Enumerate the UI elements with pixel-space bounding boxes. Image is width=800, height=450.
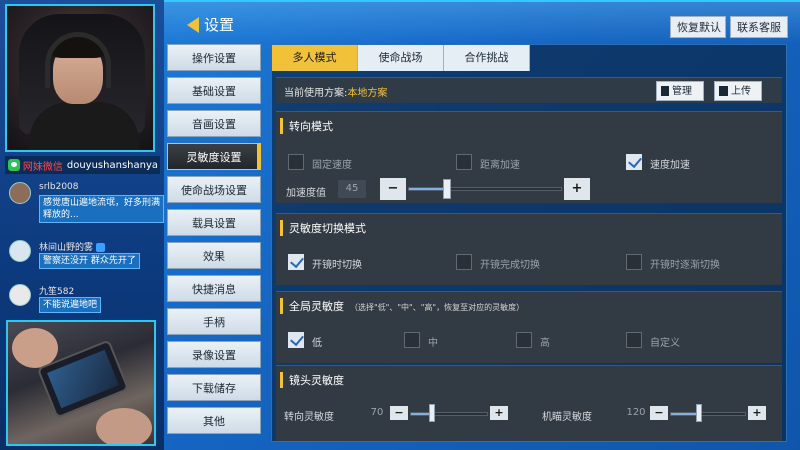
sidebar-item-recording[interactable]: 录像设置 xyxy=(167,341,261,368)
turn-sens-minus-button[interactable]: − xyxy=(390,406,408,420)
aim-sens-value: 120 xyxy=(626,407,646,418)
sidebar-item-audio-video[interactable]: 音画设置 xyxy=(167,110,261,137)
checkbox[interactable] xyxy=(626,154,642,170)
turn-sens-plus-button[interactable]: + xyxy=(490,406,508,420)
avatar xyxy=(9,284,31,306)
accel-label: 加速度值 xyxy=(286,188,326,199)
tab-multiplayer[interactable]: 多人模式 xyxy=(272,45,358,71)
settings-sidebar: 操作设置 基础设置 音画设置 灵敏度设置 使命战场设置 载具设置 效果 快捷消息… xyxy=(167,44,261,440)
section-title: 转向模式 xyxy=(280,118,333,134)
sidebar-item-download-storage[interactable]: 下载储存 xyxy=(167,374,261,401)
streamer-webcam xyxy=(5,4,155,152)
upload-icon xyxy=(719,86,728,96)
turn-sens-label: 转向灵敏度 xyxy=(284,412,334,423)
wechat-id: douyushanshanya xyxy=(66,159,157,171)
hand-camera xyxy=(6,320,156,446)
chat-panel: 网妹微信 douyushanshanya srlb2008 感觉唐山遍地流氓，好… xyxy=(5,156,165,316)
checkbox[interactable] xyxy=(456,154,472,170)
chat-bubble: 不能说遍地吧 xyxy=(39,297,102,313)
chat-username: 九笙582 xyxy=(39,287,75,297)
chat-bubble: 警察还没开 群众先开了 xyxy=(39,253,140,269)
sidebar-item-effects[interactable]: 效果 xyxy=(167,242,261,269)
accel-value[interactable]: 45 xyxy=(338,180,366,198)
checkbox[interactable] xyxy=(288,154,304,170)
sidebar-item-battle-royale[interactable]: 使命战场设置 xyxy=(167,176,261,203)
back-button[interactable] xyxy=(186,16,204,34)
sidebar-item-other[interactable]: 其他 xyxy=(167,407,261,434)
avatar xyxy=(9,182,31,204)
global-sensitivity-section: 全局灵敏度 （选择"低"、"中"、"高"，恢复至对应的灵敏度） 低 中 高 自定义 xyxy=(276,291,782,363)
accel-minus-button[interactable]: − xyxy=(380,178,406,200)
document-icon xyxy=(661,86,669,96)
aim-sens-minus-button[interactable]: − xyxy=(650,406,668,420)
scheme-label: 当前使用方案:本地方案 xyxy=(284,88,388,99)
sidebar-item-quick-message[interactable]: 快捷消息 xyxy=(167,275,261,302)
checkbox[interactable] xyxy=(288,254,304,270)
manage-button[interactable]: 管理 xyxy=(656,81,704,101)
checkbox[interactable] xyxy=(516,332,532,348)
chat-message: 九笙582 不能说遍地吧 xyxy=(5,282,160,320)
sidebar-item-sensitivity[interactable]: 灵敏度设置 xyxy=(167,143,261,170)
section-title: 灵敏度切换模式 xyxy=(280,220,366,236)
section-title: 全局灵敏度 （选择"低"、"中"、"高"，恢复至对应的灵敏度） xyxy=(280,298,524,314)
upload-button[interactable]: 上传 xyxy=(714,81,762,101)
switch-mode-section: 灵敏度切换模式 开镜时切换 开镜完成切换 开镜时逐渐切换 xyxy=(276,213,782,285)
turn-sens-slider-track[interactable] xyxy=(410,412,488,416)
turn-sens-slider-thumb[interactable] xyxy=(428,404,435,422)
sidebar-item-vehicle[interactable]: 载具设置 xyxy=(167,209,261,236)
contact-service-button[interactable]: 联系客服 xyxy=(730,16,788,38)
back-arrow-icon xyxy=(187,17,199,33)
scheme-value: 本地方案 xyxy=(347,88,388,99)
sidebar-item-gamepad[interactable]: 手柄 xyxy=(167,308,261,335)
stream-overlay: 网妹微信 douyushanshanya srlb2008 感觉唐山遍地流氓，好… xyxy=(0,0,165,450)
aim-sens-slider-thumb[interactable] xyxy=(695,404,702,422)
checkbox[interactable] xyxy=(288,332,304,348)
tab-coop[interactable]: 合作挑战 xyxy=(444,45,530,71)
level-badge-icon xyxy=(96,243,106,252)
page-title: 设置 xyxy=(204,16,235,34)
sidebar-item-basic[interactable]: 基础设置 xyxy=(167,77,261,104)
scheme-bar: 当前使用方案:本地方案 管理 上传 xyxy=(276,77,782,103)
sidebar-item-controls[interactable]: 操作设置 xyxy=(167,44,261,71)
aim-sens-label: 机瞄灵敏度 xyxy=(542,412,592,423)
lens-sensitivity-section: 镜头灵敏度 转向灵敏度 70 − + 机瞄灵敏度 120 − + xyxy=(276,365,782,441)
tab-battle-royale[interactable]: 使命战场 xyxy=(358,45,444,71)
chat-header: 网妹微信 douyushanshanya xyxy=(5,156,160,174)
chat-message: 林间山野的雾 警察还没开 群众先开了 xyxy=(5,238,160,276)
accel-slider-fill xyxy=(409,188,447,190)
wechat-icon xyxy=(8,159,20,171)
aim-sens-slider-track[interactable] xyxy=(670,412,746,416)
chat-username: 林间山野的雾 xyxy=(39,240,106,253)
turn-sens-value: 70 xyxy=(370,407,384,418)
section-title: 镜头灵敏度 xyxy=(280,372,344,388)
accel-plus-button[interactable]: + xyxy=(564,178,590,200)
checkbox[interactable] xyxy=(456,254,472,270)
wechat-label: 网妹微信 xyxy=(22,161,63,173)
settings-panel: 多人模式 使命战场 合作挑战 当前使用方案:本地方案 管理 上传 转向模式 固定… xyxy=(271,44,787,442)
restore-default-button[interactable]: 恢复默认 xyxy=(670,16,726,38)
avatar xyxy=(9,240,31,262)
checkbox[interactable] xyxy=(626,332,642,348)
checkbox[interactable] xyxy=(404,332,420,348)
turn-mode-section: 转向模式 固定速度 距离加速 速度加速 加速度值 45 − + xyxy=(276,111,782,203)
checkbox[interactable] xyxy=(626,254,642,270)
chat-username: srlb2008 xyxy=(39,182,79,192)
accel-slider-thumb[interactable] xyxy=(442,179,451,199)
accel-slider-track[interactable] xyxy=(408,187,562,191)
section-note: （选择"低"、"中"、"高"，恢复至对应的灵敏度） xyxy=(350,303,525,312)
chat-bubble: 感觉唐山遍地流氓，好多刑满 释放的... xyxy=(39,195,165,223)
game-settings-window: 设置 恢复默认 联系客服 操作设置 基础设置 音画设置 灵敏度设置 使命战场设置… xyxy=(164,0,800,450)
aim-sens-plus-button[interactable]: + xyxy=(748,406,766,420)
mode-tabs: 多人模式 使命战场 合作挑战 xyxy=(272,45,530,71)
chat-message: srlb2008 感觉唐山遍地流氓，好多刑满 释放的... xyxy=(5,180,165,232)
